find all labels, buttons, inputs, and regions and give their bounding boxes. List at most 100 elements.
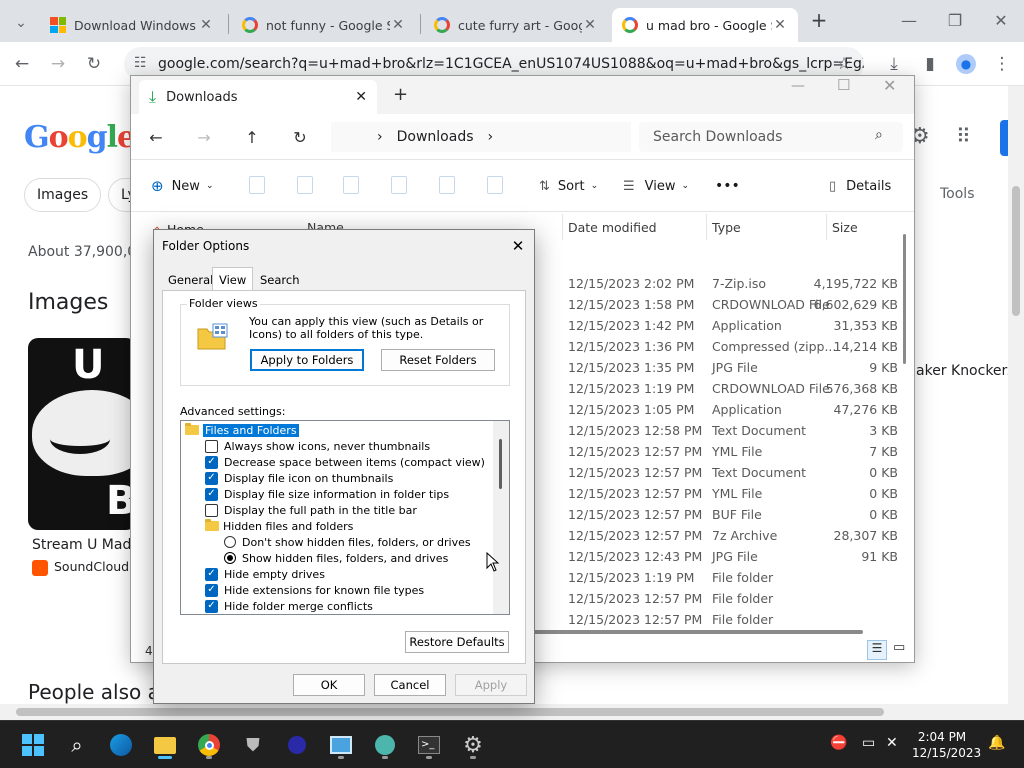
checkbox[interactable]: ✓: [205, 599, 218, 613]
delete-icon[interactable]: [487, 176, 503, 194]
setting-checkbox-row[interactable]: ✓ Display file icon on thumbnails: [205, 470, 393, 486]
file-list-scrollbar[interactable]: [901, 228, 909, 628]
setting-checkbox-row[interactable]: ✓ Decrease space between items (compact v…: [205, 454, 485, 470]
chrome-tab-3[interactable]: cute furry art - Google ✕: [424, 8, 608, 42]
breadcrumb-downloads[interactable]: Downloads: [397, 129, 474, 145]
up-icon[interactable]: ↑: [237, 122, 267, 152]
setting-checkbox-row[interactable]: ✓ Hide folder merge conflicts: [205, 598, 373, 614]
column-date-modified[interactable]: Date modified: [568, 220, 657, 235]
details-view-icon[interactable]: ☰: [867, 640, 887, 660]
file-list-horizontal-scrollbar[interactable]: [533, 630, 863, 634]
settings-gear-icon[interactable]: ⚙: [456, 729, 490, 761]
tools-button[interactable]: Tools: [940, 186, 975, 202]
close-tab-icon[interactable]: ✕: [390, 17, 406, 33]
display-icon[interactable]: ▭: [862, 735, 875, 751]
apply-button[interactable]: Apply: [455, 674, 527, 696]
forward-icon[interactable]: →: [189, 122, 219, 152]
notification-bell-icon[interactable]: 🔔: [988, 735, 1005, 751]
start-button[interactable]: [16, 729, 50, 761]
chrome-menu-icon[interactable]: ⋮: [986, 48, 1018, 80]
edge-beta-icon[interactable]: [104, 729, 138, 761]
paste-icon[interactable]: [343, 176, 359, 194]
close-tab-icon[interactable]: ✕: [198, 17, 214, 33]
forward-icon[interactable]: →: [42, 48, 74, 80]
side-panel-icon[interactable]: ▮: [914, 48, 946, 80]
reset-folders-button[interactable]: Reset Folders: [381, 349, 495, 371]
site-info-icon[interactable]: ☷: [134, 55, 147, 71]
column-type[interactable]: Type: [712, 220, 741, 235]
new-tab-button[interactable]: +: [806, 8, 832, 34]
more-options-button[interactable]: •••: [715, 172, 740, 200]
advanced-settings-scrollbar[interactable]: [493, 421, 509, 614]
sort-button[interactable]: ⇅ Sort ⌄: [539, 172, 598, 200]
tab-view[interactable]: View: [212, 267, 254, 291]
chrome-tab-2[interactable]: not funny - Google Se ✕: [232, 8, 416, 42]
checkbox[interactable]: ✓: [205, 487, 218, 501]
checkbox[interactable]: ✓: [205, 455, 218, 469]
checkbox[interactable]: [205, 439, 218, 453]
explorer-new-tab-icon[interactable]: +: [393, 84, 408, 105]
google-logo[interactable]: Google: [24, 120, 136, 155]
new-button[interactable]: ⊕ New ⌄: [151, 172, 213, 200]
file-explorer-taskbar-icon[interactable]: [148, 729, 182, 761]
minimize-icon[interactable]: —: [791, 78, 805, 94]
setting-checkbox-row[interactable]: ✓ Hide empty drives: [205, 566, 325, 582]
refresh-icon[interactable]: ↻: [285, 122, 315, 152]
close-tab-icon[interactable]: ✕: [355, 89, 367, 105]
tab-search[interactable]: Search: [254, 270, 306, 290]
page-horizontal-scrollbar[interactable]: [0, 704, 1024, 720]
close-window-icon[interactable]: ✕: [978, 0, 1024, 40]
details-pane-button[interactable]: ▯ Details: [829, 172, 891, 200]
setting-checkbox-row[interactable]: Display the full path in the title bar: [205, 502, 417, 518]
profile-avatar-icon[interactable]: ●: [950, 48, 982, 80]
restore-icon[interactable]: ❐: [932, 0, 978, 40]
view-button[interactable]: ☰ View ⌄: [623, 172, 689, 200]
reload-icon[interactable]: ↻: [78, 48, 110, 80]
setting-radio-row[interactable]: Don't show hidden files, folders, or dri…: [224, 534, 471, 550]
back-icon[interactable]: ←: [141, 122, 171, 152]
tab-general[interactable]: General: [162, 270, 219, 290]
checkbox[interactable]: ✓: [205, 471, 218, 485]
close-tab-icon[interactable]: ✕: [772, 17, 788, 33]
page-vertical-scrollbar[interactable]: [1008, 86, 1024, 706]
maximize-icon[interactable]: ☐: [837, 76, 850, 94]
app-icon-blue[interactable]: [280, 729, 314, 761]
apply-to-folders-button[interactable]: Apply to Folders: [250, 349, 364, 371]
restore-defaults-button[interactable]: Restore Defaults: [405, 631, 509, 653]
image-result-title[interactable]: Stream U Mad B: [32, 537, 145, 553]
setting-checkbox-row[interactable]: ✓ Display file size information in folder…: [205, 486, 449, 502]
tree-item-files-and-folders[interactable]: Files and Folders: [185, 422, 300, 438]
minimize-icon[interactable]: —: [886, 0, 932, 40]
app-icon-window[interactable]: [324, 729, 358, 761]
setting-checkbox-row[interactable]: Always show icons, never thumbnails: [205, 438, 430, 454]
explorer-search-input[interactable]: Search Downloads ⌕: [639, 122, 903, 152]
apps-grid-icon[interactable]: ⠿: [956, 124, 971, 148]
checkbox[interactable]: ✓: [205, 567, 218, 581]
back-icon[interactable]: ←: [6, 48, 38, 80]
cut-icon[interactable]: [249, 176, 265, 194]
dialog-close-icon[interactable]: ✕: [504, 234, 532, 258]
checkbox[interactable]: [205, 503, 218, 517]
tab-search-button[interactable]: ⌄: [8, 10, 34, 36]
copy-icon[interactable]: [297, 176, 313, 194]
setting-checkbox-row[interactable]: ✓ Hide extensions for known file types: [205, 582, 424, 598]
side-result-text[interactable]: aker Knockerz: [916, 363, 1008, 379]
rename-icon[interactable]: [391, 176, 407, 194]
tiles-view-icon[interactable]: ▭: [893, 640, 905, 655]
chrome-taskbar-icon[interactable]: [192, 729, 226, 761]
chip-images[interactable]: Images: [24, 178, 102, 212]
search-icon[interactable]: ⌕: [60, 729, 94, 761]
explorer-tab-downloads[interactable]: ⤓ Downloads ✕: [139, 80, 377, 114]
network-off-icon[interactable]: ⛔: [830, 735, 847, 751]
breadcrumb[interactable]: › Downloads ›: [331, 122, 631, 152]
column-size[interactable]: Size: [832, 220, 858, 235]
shield-app-icon[interactable]: ⛊: [236, 729, 270, 761]
radio-button[interactable]: [224, 536, 236, 548]
volume-muted-icon[interactable]: ✕: [886, 735, 898, 751]
ok-button[interactable]: OK: [293, 674, 365, 696]
terminal-icon[interactable]: >_: [412, 729, 446, 761]
close-tab-icon[interactable]: ✕: [582, 17, 598, 33]
share-icon[interactable]: [439, 176, 455, 194]
cancel-button[interactable]: Cancel: [374, 674, 446, 696]
chrome-tab-1[interactable]: Download Windows 8 ✕: [40, 8, 224, 42]
